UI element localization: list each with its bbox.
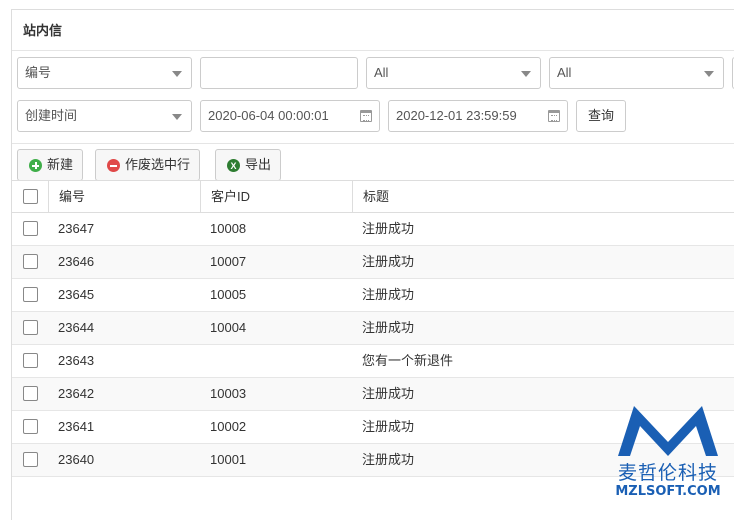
date-to-value: 2020-12-01 23:59:59 — [396, 108, 517, 123]
cell-customer-id: 10002 — [210, 419, 247, 434]
select-all-checkbox[interactable] — [23, 189, 38, 204]
watermark-brand: 麦哲伦科技 — [617, 462, 718, 484]
table-header: 编号 客户ID 标题 — [12, 180, 734, 213]
row-checkbox[interactable] — [23, 419, 38, 434]
cell-customer-id: 10007 — [210, 254, 247, 269]
cell-customer-id: 10004 — [210, 320, 247, 335]
date-field-select[interactable]: 创建时间 — [17, 100, 192, 132]
chevron-down-icon — [172, 71, 182, 77]
row-checkbox-cell — [12, 411, 48, 443]
cell-id: 23641 — [58, 419, 95, 434]
row-checkbox-cell — [12, 378, 48, 410]
export-button[interactable]: 导出 — [215, 149, 282, 181]
chevron-down-icon — [704, 71, 714, 77]
row-checkbox-cell — [12, 312, 48, 344]
m-logo-icon — [618, 406, 718, 456]
cell-title: 注册成功 — [362, 287, 415, 302]
cell-title: 注册成功 — [362, 320, 415, 335]
cell-id: 23646 — [58, 254, 95, 269]
field-select-value: 编号 — [25, 65, 52, 80]
calendar-icon[interactable] — [360, 110, 372, 122]
column-header-id[interactable]: 编号 — [48, 181, 200, 213]
table-row[interactable]: 23646 10007 注册成功 — [12, 246, 734, 279]
cell-id: 23647 — [58, 221, 95, 236]
cell-id: 23644 — [58, 320, 95, 335]
calendar-icon[interactable] — [548, 110, 560, 122]
cell-id: 23642 — [58, 386, 95, 401]
status-select-2[interactable]: All — [549, 57, 724, 89]
cell-id: 23645 — [58, 287, 95, 302]
status-select-1[interactable]: All — [366, 57, 541, 89]
row-checkbox-cell — [12, 444, 48, 476]
row-checkbox[interactable] — [23, 287, 38, 302]
excel-icon — [227, 159, 240, 173]
status-select-1-value: All — [374, 65, 389, 80]
row-checkbox[interactable] — [23, 353, 38, 368]
row-checkbox-cell — [12, 279, 48, 311]
cell-customer-id — [200, 345, 352, 377]
date-to-input[interactable]: 2020-12-01 23:59:59 — [388, 100, 568, 132]
search-button[interactable]: 查询 — [576, 100, 626, 132]
chevron-down-icon — [172, 114, 182, 120]
header-checkbox-cell — [12, 181, 48, 213]
export-button-label: 导出 — [245, 157, 272, 172]
row-checkbox-cell — [12, 345, 48, 377]
column-header-title[interactable]: 标题 — [352, 181, 734, 213]
row-checkbox-cell — [12, 213, 48, 245]
table-row[interactable]: 23645 10005 注册成功 — [12, 279, 734, 312]
date-from-value: 2020-06-04 00:00:01 — [208, 108, 329, 123]
remove-icon — [107, 159, 120, 172]
new-button-label: 新建 — [47, 157, 74, 172]
column-header-customer-id[interactable]: 客户ID — [200, 181, 352, 213]
status-select-2-value: All — [557, 65, 572, 80]
table-row[interactable]: 23647 10008 注册成功 — [12, 213, 734, 246]
date-from-input[interactable]: 2020-06-04 00:00:01 — [200, 100, 380, 132]
row-checkbox[interactable] — [23, 254, 38, 269]
cell-customer-id: 10001 — [210, 452, 247, 467]
row-checkbox[interactable] — [23, 386, 38, 401]
chevron-down-icon — [521, 71, 531, 77]
cell-customer-id: 10003 — [210, 386, 247, 401]
cell-id: 23640 — [58, 452, 95, 467]
add-icon — [29, 159, 42, 172]
cell-customer-id: 10005 — [210, 287, 247, 302]
cell-id: 23643 — [58, 353, 95, 368]
cell-customer-id: 10008 — [210, 221, 247, 236]
watermark-logo: 麦哲伦科技 MZLSOFT.COM — [612, 402, 724, 502]
field-select[interactable]: 编号 — [17, 57, 192, 89]
row-checkbox-cell — [12, 246, 48, 278]
void-button-label: 作废选中行 — [125, 157, 191, 172]
table-row[interactable]: 23643 您有一个新退件 — [12, 345, 734, 378]
watermark-url: MZLSOFT.COM — [615, 484, 721, 499]
row-checkbox[interactable] — [23, 320, 38, 335]
cell-title: 您有一个新退件 — [362, 353, 454, 368]
row-checkbox[interactable] — [23, 452, 38, 467]
table-row[interactable]: 23644 10004 注册成功 — [12, 312, 734, 345]
filter-text-input[interactable] — [200, 57, 358, 89]
date-field-select-value: 创建时间 — [25, 108, 78, 123]
void-selected-button[interactable]: 作废选中行 — [95, 149, 201, 181]
row-checkbox[interactable] — [23, 221, 38, 236]
new-button[interactable]: 新建 — [17, 149, 84, 181]
panel-title: 站内信 — [12, 10, 734, 51]
cell-title: 注册成功 — [362, 254, 415, 269]
cell-title: 注册成功 — [362, 221, 415, 236]
toolbar: 新建 作废选中行 导出 — [12, 143, 734, 181]
